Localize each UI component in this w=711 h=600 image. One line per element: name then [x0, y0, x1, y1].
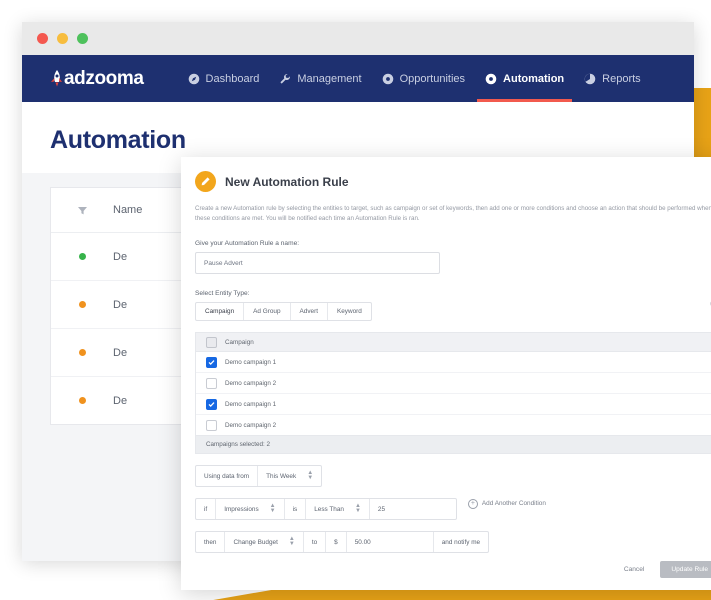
nav-item-reports[interactable]: Reports [584, 55, 641, 102]
entity-type-label: Select Entity Type: [195, 290, 250, 297]
entity-tab-advert[interactable]: Advert [291, 303, 328, 320]
campaign-column-header: Campaign [225, 338, 254, 346]
modal-header: New Automation Rule [195, 157, 711, 192]
modal-title: New Automation Rule [225, 174, 349, 189]
campaign-list-header: Campaign [196, 333, 711, 352]
timeframe-label: Using data from [196, 466, 259, 486]
nav-item-automation[interactable]: Automation [477, 55, 573, 102]
rule-name-value: Pause Advert [204, 259, 243, 267]
status-dot [51, 349, 113, 356]
timeframe-value: This Week [266, 472, 297, 480]
entity-type-tabs: Campaign Ad Group Advert Keyword [195, 302, 372, 321]
gear-circle-icon [485, 73, 497, 85]
minimize-icon[interactable] [57, 33, 68, 44]
timeframe-row: Using data from This Week ▲ ▼ [195, 465, 323, 487]
filter-icon[interactable] [51, 205, 113, 216]
nav-item-management[interactable]: Management [279, 55, 362, 102]
campaign-label: Demo campaign 2 [225, 379, 277, 387]
browser-window: adzooma Dashboard Management Opportuniti [22, 22, 711, 590]
new-automation-rule-modal: New Automation Rule Create a new Automat… [181, 157, 711, 590]
campaign-label: Demo campaign 1 [225, 358, 277, 366]
main-navbar: adzooma Dashboard Management Opportuniti [22, 55, 694, 102]
close-icon[interactable] [37, 33, 48, 44]
list-item[interactable]: Demo campaign 2 [196, 415, 711, 435]
window-titlebar [22, 22, 694, 55]
chevron-updown-icon: ▲ ▼ [288, 535, 295, 547]
nav-label: Management [297, 72, 362, 85]
action-type-value: Change Budget [233, 538, 278, 546]
chevron-updown-icon: ▲ ▼ [269, 502, 276, 514]
wrench-icon [279, 73, 291, 85]
condition-metric-value: Impressions [224, 505, 259, 513]
list-item[interactable]: Demo campaign 1 [196, 352, 711, 373]
action-amount-value: 50.00 [354, 538, 371, 546]
condition-operator-label: is [285, 499, 307, 519]
action-amount-input[interactable]: 50.00 [347, 532, 434, 552]
list-item[interactable]: Demo campaign 2 [196, 373, 711, 394]
nav-items: Dashboard Management Opportunities Autom… [188, 55, 641, 102]
campaign-checkbox[interactable] [206, 398, 217, 410]
condition-prefix: if [196, 499, 217, 519]
row-name: De [113, 346, 128, 359]
chevron-updown-icon: ▲ ▼ [307, 469, 314, 481]
brand-name: adzooma [64, 67, 144, 89]
status-dot [51, 253, 113, 260]
rule-name-label: Give your Automation Rule a name: [195, 240, 300, 247]
action-to-label: to [304, 532, 327, 552]
campaigns-selected-summary: Campaigns selected: 2 [195, 436, 711, 454]
rocket-icon [48, 69, 63, 89]
nav-label: Opportunities [399, 72, 466, 85]
currency-symbol: $ [326, 532, 347, 552]
column-header-name: Name [113, 204, 143, 216]
rule-name-input[interactable]: Pause Advert [195, 252, 440, 274]
chevron-updown-icon: ▲ ▼ [354, 502, 361, 514]
modal-footer: Cancel Update Rule [618, 561, 711, 578]
condition-row: if Impressions ▲ ▼ is Less Than ▲ ▼ 25 [195, 498, 457, 520]
notify-toggle[interactable]: and notify me [434, 532, 488, 552]
status-dot [51, 301, 113, 308]
entity-tab-campaign[interactable]: Campaign [196, 303, 245, 320]
compass-icon [188, 73, 200, 85]
condition-metric-select[interactable]: Impressions ▲ ▼ [216, 499, 285, 519]
campaign-checkbox[interactable] [206, 377, 217, 389]
cancel-button[interactable]: Cancel [618, 561, 651, 578]
timeframe-select[interactable]: This Week ▲ ▼ [258, 466, 321, 486]
select-all-checkbox[interactable] [206, 336, 217, 348]
row-name: De [113, 394, 128, 407]
modal-description: Create a new Automation rule by selectin… [195, 205, 711, 222]
entity-tab-ad-group[interactable]: Ad Group [244, 303, 291, 320]
add-another-condition-button[interactable]: + Add Another Condition [467, 498, 546, 509]
nav-item-opportunities[interactable]: Opportunities [382, 55, 465, 102]
condition-comparator-value: Less Than [314, 505, 344, 513]
list-item[interactable]: Demo campaign 1 [196, 394, 711, 415]
lightbulb-circle-icon [382, 73, 394, 85]
campaign-label: Demo campaign 2 [225, 421, 277, 429]
row-name: De [113, 250, 128, 263]
update-rule-button[interactable]: Update Rule [660, 561, 711, 578]
condition-value: 25 [377, 505, 386, 513]
pie-chart-icon [584, 73, 596, 85]
campaign-label: Demo campaign 1 [225, 400, 277, 408]
campaign-checkbox[interactable] [206, 419, 217, 431]
nav-label: Reports [602, 72, 641, 85]
nav-label: Automation [503, 72, 565, 85]
nav-item-dashboard[interactable]: Dashboard [188, 55, 260, 102]
action-type-select[interactable]: Change Budget ▲ ▼ [225, 532, 304, 552]
condition-value-input[interactable]: 25 [370, 499, 456, 519]
campaign-list: Campaign Demo campaign 1 Demo campaign 2 [195, 332, 711, 436]
campaign-checkbox[interactable] [206, 356, 217, 368]
nav-label: Dashboard [205, 72, 260, 85]
row-name: De [113, 298, 128, 311]
action-row: then Change Budget ▲ ▼ to $ 50.00 and not… [195, 531, 490, 553]
condition-comparator-select[interactable]: Less Than ▲ ▼ [306, 499, 370, 519]
action-prefix: then [196, 532, 226, 552]
add-another-condition-label: Add Another Condition [481, 500, 546, 507]
status-dot [51, 397, 113, 404]
entity-tab-keyword[interactable]: Keyword [328, 303, 371, 320]
maximize-icon[interactable] [77, 33, 88, 44]
plus-circle-icon: + [467, 498, 478, 509]
brand-logo[interactable]: adzooma [48, 68, 144, 90]
pencil-icon [195, 171, 216, 192]
